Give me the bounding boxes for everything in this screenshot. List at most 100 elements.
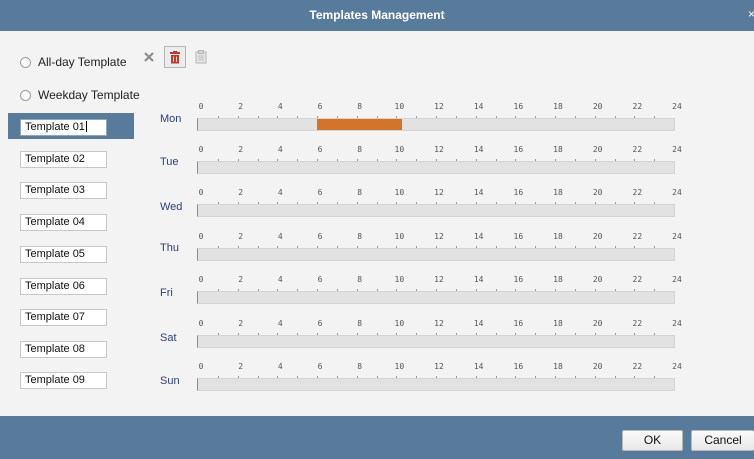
hour-tick-label: 8 bbox=[357, 275, 363, 284]
time-bar[interactable] bbox=[197, 335, 675, 348]
day-timeline[interactable]: 0 2 4 6 8 10 12 14 16 18 20 22 24 bbox=[197, 362, 682, 391]
hour-tick-label: 22 bbox=[632, 319, 643, 328]
template-item-label: Template 05 bbox=[25, 248, 85, 260]
main-panel: All-day Template Weekday Template Templa… bbox=[0, 31, 754, 416]
time-bar[interactable] bbox=[197, 118, 675, 131]
day-timeline[interactable]: 0 2 4 6 8 10 12 14 16 18 20 22 24 bbox=[197, 275, 682, 304]
hour-tick-label: 4 bbox=[277, 232, 283, 241]
template-item[interactable]: Template 06 bbox=[20, 278, 107, 295]
hour-tick-label: 20 bbox=[592, 362, 603, 371]
schedule-segment[interactable] bbox=[317, 119, 403, 130]
hour-tick-label: 20 bbox=[592, 145, 603, 154]
hour-tick-label: 18 bbox=[553, 188, 563, 197]
time-bar[interactable] bbox=[197, 378, 675, 391]
hour-tick-label: 12 bbox=[434, 319, 444, 328]
hour-tick-label: 6 bbox=[317, 362, 323, 371]
delete-button[interactable] bbox=[164, 46, 186, 68]
hour-tick-label: 8 bbox=[357, 102, 363, 111]
template-item[interactable]: Template 01 bbox=[20, 119, 107, 136]
hour-tick-label: 14 bbox=[473, 275, 484, 284]
template-item[interactable]: Template 04 bbox=[20, 214, 107, 231]
hour-tick-label: 20 bbox=[592, 319, 603, 328]
hour-tick-label: 4 bbox=[277, 188, 283, 197]
hour-tick-label: 6 bbox=[317, 188, 323, 197]
hour-tick-label: 22 bbox=[632, 232, 643, 241]
hour-tick-label: 12 bbox=[434, 145, 444, 154]
hour-tick-label: 16 bbox=[513, 145, 524, 154]
weekday-template-radio[interactable] bbox=[20, 89, 31, 101]
hour-tick-label: 22 bbox=[632, 362, 643, 371]
hour-tick-label: 8 bbox=[357, 188, 363, 197]
toolbar bbox=[138, 46, 212, 68]
hour-tick-label: 4 bbox=[277, 145, 283, 154]
hour-tick-label: 14 bbox=[473, 145, 484, 154]
all-day-template-option[interactable]: All-day Template bbox=[20, 54, 127, 70]
hour-tick-label: 14 bbox=[473, 188, 484, 197]
hour-tick-label: 24 bbox=[672, 362, 682, 371]
all-day-template-radio[interactable] bbox=[20, 56, 31, 68]
delete-icon bbox=[170, 50, 180, 63]
template-item[interactable]: Template 09 bbox=[20, 372, 107, 389]
template-item[interactable]: Template 03 bbox=[20, 182, 107, 199]
hour-tick-label: 2 bbox=[238, 362, 244, 371]
close-icon[interactable]: × bbox=[748, 7, 754, 21]
day-timeline[interactable]: 0 2 4 6 8 10 12 14 16 18 20 22 24 bbox=[197, 232, 682, 261]
hour-tick-label: 22 bbox=[632, 102, 643, 111]
hour-tick-label: 6 bbox=[317, 145, 323, 154]
time-bar[interactable] bbox=[197, 161, 675, 174]
hour-tick-label: 16 bbox=[513, 102, 524, 111]
window-title: Templates Management bbox=[309, 8, 445, 22]
copy-button[interactable] bbox=[190, 46, 212, 68]
clear-button[interactable] bbox=[138, 46, 160, 68]
time-bar[interactable] bbox=[197, 248, 675, 261]
hour-tick-label: 2 bbox=[238, 275, 244, 284]
hour-tick-label: 10 bbox=[394, 319, 405, 328]
cancel-button[interactable]: Cancel bbox=[691, 430, 754, 451]
weekday-template-option[interactable]: Weekday Template bbox=[20, 87, 140, 103]
template-item[interactable]: Template 02 bbox=[20, 151, 107, 168]
hour-tick-label: 0 bbox=[198, 102, 204, 111]
hour-tick-label: 2 bbox=[238, 102, 244, 111]
hour-tick-label: 24 bbox=[672, 145, 682, 154]
hour-tick-label: 24 bbox=[672, 275, 682, 284]
hour-tick-label: 6 bbox=[317, 275, 323, 284]
hour-tick-label: 10 bbox=[394, 145, 405, 154]
hour-tick-label: 16 bbox=[513, 319, 524, 328]
hour-tick-label: 6 bbox=[317, 102, 323, 111]
hour-tick-label: 16 bbox=[513, 275, 524, 284]
hour-tick-label: 20 bbox=[592, 275, 603, 284]
footer-bar: OK Cancel bbox=[0, 416, 754, 459]
day-timeline[interactable]: 0 2 4 6 8 10 12 14 16 18 20 22 24 bbox=[197, 188, 682, 217]
template-item-label: Template 07 bbox=[25, 311, 85, 323]
template-item-label: Template 08 bbox=[25, 343, 85, 355]
day-timeline[interactable]: 0 2 4 6 8 10 12 14 16 18 20 22 24 bbox=[197, 319, 682, 348]
hour-tick-label: 12 bbox=[434, 275, 444, 284]
all-day-template-label: All-day Template bbox=[38, 55, 127, 69]
copy-icon bbox=[195, 50, 207, 64]
hour-tick-label: 18 bbox=[553, 319, 563, 328]
day-label: Tue bbox=[160, 156, 179, 168]
hour-tick-label: 10 bbox=[394, 232, 405, 241]
day-timeline[interactable]: 0 2 4 6 8 10 12 14 16 18 20 22 24 bbox=[197, 145, 682, 174]
hour-tick-label: 14 bbox=[473, 362, 484, 371]
time-bar[interactable] bbox=[197, 204, 675, 217]
clear-icon bbox=[144, 52, 154, 62]
hour-tick-label: 22 bbox=[632, 145, 643, 154]
hour-tick-label: 8 bbox=[357, 362, 363, 371]
hour-tick-label: 18 bbox=[553, 362, 563, 371]
hour-tick-label: 12 bbox=[434, 102, 444, 111]
template-item-label: Template 03 bbox=[25, 184, 85, 196]
template-item[interactable]: Template 08 bbox=[20, 341, 107, 358]
ok-button[interactable]: OK bbox=[622, 430, 683, 451]
hour-tick-label: 0 bbox=[198, 319, 204, 328]
hour-tick-label: 14 bbox=[473, 232, 484, 241]
hour-tick-label: 0 bbox=[198, 188, 204, 197]
hour-tick-label: 24 bbox=[672, 319, 682, 328]
template-item[interactable]: Template 05 bbox=[20, 246, 107, 263]
template-item[interactable]: Template 07 bbox=[20, 309, 107, 326]
day-timeline[interactable]: 0 2 4 6 8 10 12 14 16 18 20 22 24 bbox=[197, 102, 682, 131]
hour-tick-label: 0 bbox=[198, 145, 204, 154]
time-bar[interactable] bbox=[197, 291, 675, 304]
hour-tick-label: 2 bbox=[238, 145, 244, 154]
hour-tick-label: 4 bbox=[277, 362, 283, 371]
